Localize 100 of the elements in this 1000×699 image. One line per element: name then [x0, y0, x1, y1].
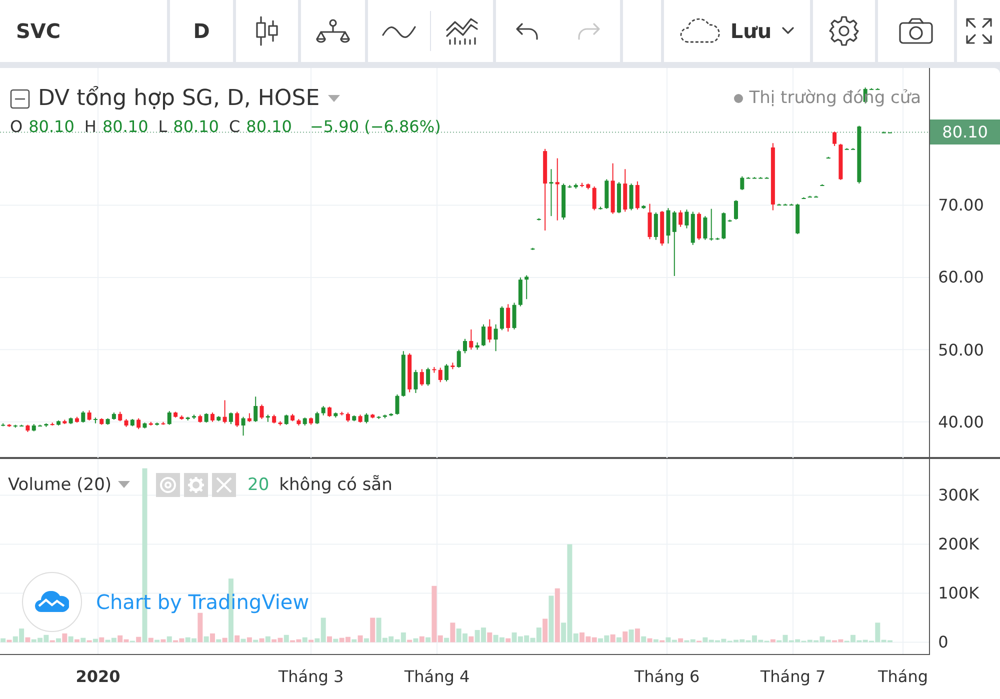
fullscreen-icon	[964, 17, 992, 45]
caret-icon	[328, 94, 340, 102]
settings-button[interactable]	[813, 0, 875, 62]
candlestick	[260, 404, 264, 420]
candlestick	[684, 209, 689, 229]
ohlc-label: O	[10, 117, 23, 136]
collapse-icon	[10, 88, 30, 108]
volume-label: 200K	[938, 534, 980, 554]
bar	[56, 638, 62, 642]
candlestick	[346, 412, 350, 422]
candlestick	[481, 324, 486, 347]
bar	[80, 638, 86, 642]
bar	[259, 638, 264, 642]
candlestick	[228, 412, 233, 425]
bar	[444, 638, 450, 642]
bar	[616, 637, 622, 642]
indicator-status: không có sẵn	[279, 475, 392, 495]
candlestick	[524, 274, 529, 300]
interval-button[interactable]: D	[170, 0, 233, 62]
bar	[554, 588, 560, 642]
undo-icon	[515, 22, 539, 40]
price-label: 60.00	[938, 268, 984, 287]
candlestick	[463, 338, 467, 354]
screenshot-button[interactable]	[878, 0, 954, 62]
candlestick	[469, 328, 474, 350]
candlestick	[506, 304, 510, 332]
candlestick	[426, 367, 430, 386]
candlestick	[512, 302, 516, 330]
candlestick	[204, 412, 208, 424]
bar	[284, 634, 289, 642]
indicator-title[interactable]: Volume (20)	[8, 475, 112, 495]
bar	[302, 637, 308, 642]
bar	[198, 612, 203, 642]
bar	[419, 636, 424, 642]
candlestick	[832, 131, 837, 146]
bar	[62, 633, 68, 642]
time-label: Tháng 4	[404, 667, 470, 686]
bar	[634, 628, 640, 642]
candlestick	[210, 412, 214, 422]
candlestick	[740, 176, 744, 191]
bar	[222, 638, 228, 642]
candlestick	[494, 324, 498, 352]
candlestick	[81, 410, 86, 424]
candlestick	[222, 400, 227, 424]
fullscreen-button[interactable]	[957, 0, 1000, 62]
candlestick	[456, 349, 461, 368]
indicator-value: 20	[248, 475, 270, 495]
close-icon	[214, 476, 233, 494]
bar	[136, 636, 142, 642]
candlestick	[395, 394, 400, 416]
bar	[327, 636, 332, 642]
time-label: Tháng	[878, 667, 928, 686]
ohlc-value: 80.10	[28, 117, 74, 136]
candlestick	[235, 411, 240, 428]
candlestick	[592, 186, 596, 211]
bar	[25, 637, 30, 642]
candlestick	[438, 367, 442, 383]
candlestick	[321, 406, 326, 416]
bar	[364, 638, 369, 642]
bar	[246, 637, 252, 642]
ohlc-value: 80.10	[102, 117, 148, 136]
bar	[622, 631, 628, 642]
symbol-button[interactable]: SVC	[0, 0, 167, 62]
candlestick	[364, 412, 368, 424]
volume-label: 100K	[938, 584, 980, 603]
symbol-title[interactable]: DV tổng hợp SG, D, HOSE	[38, 86, 320, 111]
bar	[542, 618, 548, 642]
time-label: 2020	[76, 667, 120, 686]
price-label: 70.00	[938, 196, 984, 215]
candlestick	[654, 212, 658, 240]
time-label: Tháng 3	[278, 667, 344, 686]
bar	[426, 637, 431, 642]
bar	[370, 618, 376, 642]
eye-icon	[158, 476, 177, 494]
compare-button[interactable]	[301, 0, 365, 62]
bar	[0, 638, 6, 642]
last-price-label: 80.10	[930, 120, 1000, 145]
bar	[204, 636, 209, 642]
indicators-icon	[446, 16, 478, 46]
bar	[678, 638, 684, 642]
redo-icon	[577, 22, 601, 40]
save-button[interactable]: Lưu	[664, 0, 810, 62]
bar	[487, 632, 492, 642]
bar	[234, 635, 240, 642]
bar	[265, 636, 270, 642]
volume-label: 300K	[938, 486, 980, 505]
time-label: Tháng 6	[634, 667, 700, 686]
price-label: 40.00	[938, 412, 984, 432]
caret-icon	[782, 27, 794, 35]
bar	[647, 638, 652, 642]
candlestick	[703, 216, 708, 240]
bar	[506, 638, 511, 642]
chart-type-button[interactable]	[236, 0, 298, 62]
candlestick	[414, 369, 418, 394]
candlestick	[328, 406, 332, 418]
toolbar-blank-panel	[623, 0, 661, 62]
bar	[148, 638, 154, 642]
candlestick	[488, 318, 492, 343]
candlestick	[629, 183, 634, 211]
candlestick	[284, 414, 288, 426]
